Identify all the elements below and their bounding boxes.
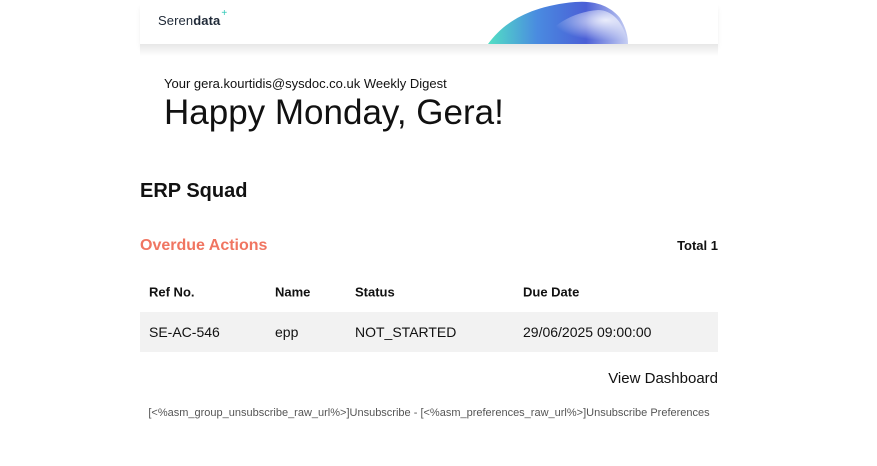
view-dashboard-link[interactable]: View Dashboard [608, 370, 718, 387]
column-header-due-date: Due Date [523, 284, 580, 300]
team-name: ERP Squad [140, 180, 248, 202]
column-header-name: Name [275, 284, 311, 300]
logo-text-light: Seren [158, 13, 194, 28]
email-footer: [<%asm_group_unsubscribe_raw_url%>]Unsub… [140, 404, 718, 422]
email-body: Serendata + Your gera.kourtidis@sysdoc.co… [140, 0, 718, 466]
footer-separator: - [410, 407, 421, 419]
logo-text-bold: data [193, 13, 221, 28]
column-header-ref-no: Ref No. [149, 284, 195, 300]
overdue-actions-title: Overdue Actions [140, 237, 268, 254]
email-header: Serendata + [140, 0, 718, 44]
logo-plus-icon: + [221, 8, 228, 19]
header-shadow [140, 44, 718, 56]
unsubscribe-preferences-link[interactable]: [<%asm_preferences_raw_url%>]Unsubscribe… [420, 407, 709, 419]
cell-due-date: 29/06/2025 09:00:00 [523, 324, 652, 340]
digest-subtitle: Your gera.kourtidis@sysdoc.co.uk Weekly … [164, 76, 447, 91]
greeting-heading: Happy Monday, Gera! [164, 93, 504, 132]
overdue-total: Total 1 [677, 238, 718, 253]
cell-ref-no: SE-AC-546 [149, 324, 220, 340]
cell-name: epp [275, 324, 299, 340]
table-header-row: Ref No. Name Status Due Date [140, 272, 718, 312]
table-row: SE-AC-546 epp NOT_STARTED 29/06/2025 09:… [140, 312, 718, 352]
header-swoosh-graphic [488, 1, 628, 44]
column-header-status: Status [355, 284, 395, 300]
unsubscribe-link[interactable]: [<%asm_group_unsubscribe_raw_url%>]Unsub… [148, 407, 410, 419]
overdue-actions-table: Ref No. Name Status Due Date SE-AC-546 e… [140, 272, 718, 352]
serendata-logo: Serendata + [158, 8, 227, 28]
cell-status: NOT_STARTED [355, 324, 457, 340]
